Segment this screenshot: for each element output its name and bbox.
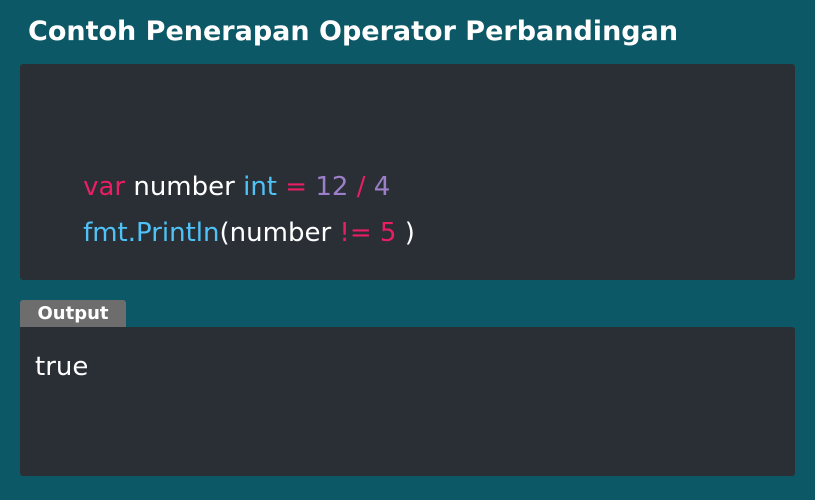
output-text: true (35, 352, 89, 382)
code-token: 5 (379, 218, 397, 248)
code-block: var number int = 12 / 4 fmt.Println(numb… (20, 64, 795, 280)
page-title: Contoh Penerapan Operator Perbandingan (28, 16, 679, 47)
code-line-2: fmt.Println(number != 5 ) (50, 179, 415, 287)
output-panel: true (20, 327, 795, 476)
code-token: ) (396, 218, 415, 248)
code-token: (number (219, 218, 340, 248)
code-token: != (339, 218, 372, 248)
output-tab: Output (20, 300, 126, 327)
code-token: fmt.Println (83, 218, 220, 248)
